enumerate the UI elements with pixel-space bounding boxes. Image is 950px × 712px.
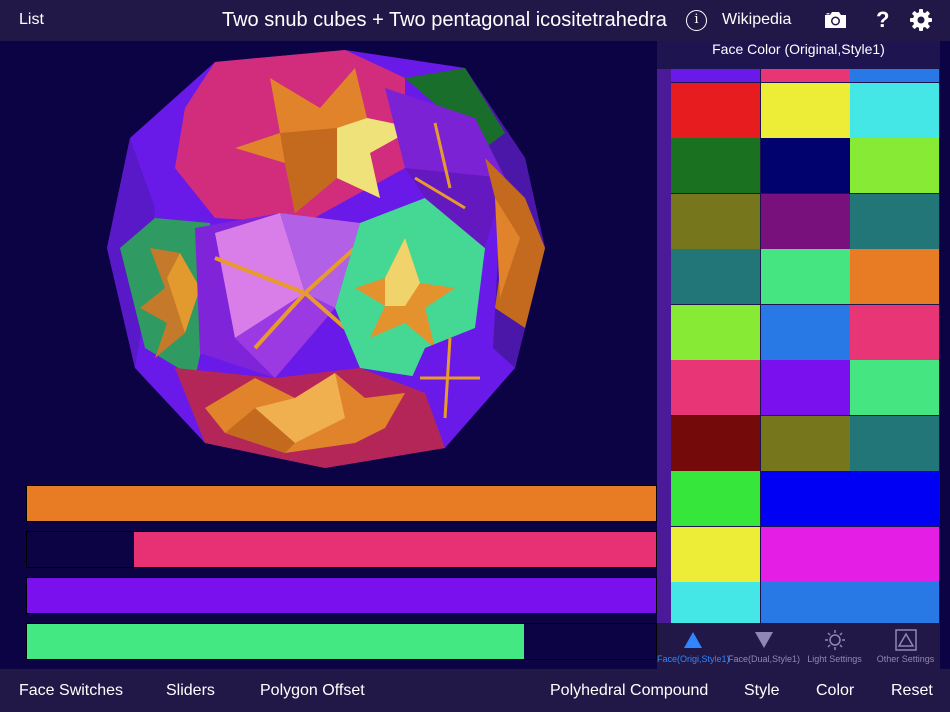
orange-bar-fill bbox=[27, 486, 656, 521]
bottom-toolbar: Face Switches Sliders Polygon Offset Pol… bbox=[0, 669, 950, 712]
pink-bar-fill bbox=[133, 532, 656, 567]
gear-icon[interactable] bbox=[910, 9, 932, 36]
list-button[interactable]: List bbox=[19, 11, 44, 29]
style-button[interactable]: Style bbox=[744, 682, 780, 700]
orange-bar[interactable] bbox=[26, 485, 657, 522]
color-button[interactable]: Color bbox=[816, 682, 854, 700]
color-swatch[interactable] bbox=[760, 471, 850, 526]
color-swatch[interactable] bbox=[850, 304, 939, 360]
purple-bar[interactable] bbox=[26, 577, 657, 614]
color-swatch[interactable] bbox=[760, 304, 850, 360]
camera-icon[interactable] bbox=[823, 10, 848, 35]
color-swatch[interactable] bbox=[850, 193, 939, 249]
tab-label: Face(Origi,Style1) bbox=[657, 654, 730, 664]
tab-other-settings[interactable]: Other Settings bbox=[870, 623, 941, 669]
triangle-up-icon bbox=[684, 632, 702, 648]
help-icon[interactable]: ? bbox=[876, 7, 889, 33]
color-swatch[interactable] bbox=[671, 138, 760, 193]
polyhedron-view[interactable] bbox=[105, 48, 553, 479]
panel-title: Face Color (Original,Style1) bbox=[712, 41, 885, 57]
color-swatch[interactable] bbox=[671, 249, 760, 304]
color-swatch[interactable] bbox=[850, 471, 939, 526]
color-swatch[interactable] bbox=[671, 526, 760, 582]
color-swatch[interactable] bbox=[850, 415, 939, 471]
reset-button[interactable]: Reset bbox=[891, 682, 933, 700]
color-swatch[interactable] bbox=[760, 193, 850, 249]
tab-label: Light Settings bbox=[807, 654, 862, 664]
page-title: Two snub cubes + Two pentagonal icositet… bbox=[222, 9, 667, 31]
face-color-panel: Face Color (Original,Style1) Face(Origi,… bbox=[657, 41, 940, 669]
panel-tab-bar: Face(Origi,Style1) Face(Dual,Style1) Lig… bbox=[657, 623, 940, 669]
purple-bar-fill bbox=[27, 578, 656, 613]
tab-light-settings[interactable]: Light Settings bbox=[799, 623, 870, 669]
sun-icon bbox=[825, 630, 845, 650]
color-swatch[interactable] bbox=[850, 82, 939, 138]
color-swatch[interactable] bbox=[760, 249, 850, 304]
color-swatch[interactable] bbox=[760, 526, 850, 582]
triangle-down-icon bbox=[755, 632, 773, 648]
color-swatch[interactable] bbox=[760, 69, 850, 82]
top-bar: List Two snub cubes + Two pentagonal ico… bbox=[0, 0, 950, 41]
color-swatch[interactable] bbox=[671, 304, 760, 360]
color-swatch[interactable] bbox=[760, 360, 850, 415]
color-swatch[interactable] bbox=[760, 82, 850, 138]
tab-face-dual[interactable]: Face(Dual,Style1) bbox=[728, 623, 801, 669]
color-swatch[interactable] bbox=[671, 360, 760, 415]
green-bar[interactable] bbox=[26, 623, 657, 660]
color-swatch[interactable] bbox=[671, 193, 760, 249]
color-swatch[interactable] bbox=[850, 249, 939, 304]
color-swatch[interactable] bbox=[760, 138, 850, 193]
panel-strip bbox=[657, 69, 671, 651]
color-swatch[interactable] bbox=[671, 69, 760, 82]
triangle-box-icon bbox=[895, 629, 917, 651]
color-swatch[interactable] bbox=[760, 415, 850, 471]
color-swatch[interactable] bbox=[671, 415, 760, 471]
tab-label: Other Settings bbox=[876, 654, 935, 664]
info-icon[interactable]: i bbox=[686, 10, 707, 31]
color-swatch[interactable] bbox=[850, 526, 939, 582]
pink-bar[interactable] bbox=[26, 531, 657, 568]
green-bar-fill bbox=[27, 624, 524, 659]
color-swatch[interactable] bbox=[671, 471, 760, 526]
tab-label: Face(Dual,Style1) bbox=[728, 654, 801, 664]
color-swatch[interactable] bbox=[850, 69, 939, 82]
color-swatch[interactable] bbox=[850, 138, 939, 193]
color-swatch[interactable] bbox=[671, 82, 760, 138]
face-switches-button[interactable]: Face Switches bbox=[19, 682, 123, 700]
tab-face-original[interactable]: Face(Origi,Style1) bbox=[657, 623, 730, 669]
polygon-offset-button[interactable]: Polygon Offset bbox=[260, 682, 365, 700]
sliders-button[interactable]: Sliders bbox=[166, 682, 215, 700]
color-swatch-grid bbox=[671, 69, 940, 651]
wikipedia-button[interactable]: Wikipedia bbox=[722, 11, 791, 29]
color-swatch[interactable] bbox=[850, 360, 939, 415]
polyhedral-compound-button[interactable]: Polyhedral Compound bbox=[550, 682, 708, 700]
